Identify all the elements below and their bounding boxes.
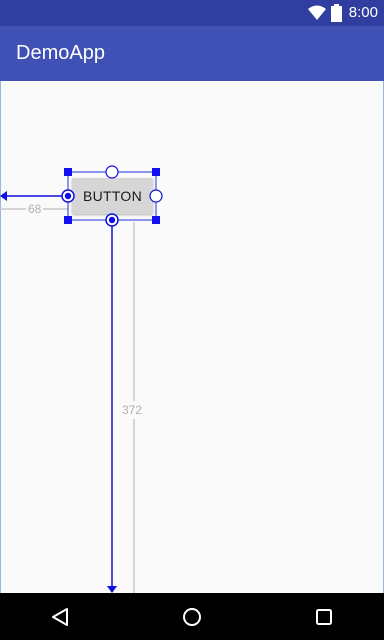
recents-icon[interactable] bbox=[308, 601, 340, 633]
handles-overlay bbox=[61, 165, 163, 227]
navigation-bar bbox=[0, 593, 384, 640]
margin-left-label[interactable]: 68 bbox=[26, 202, 44, 216]
top-anchor-handle bbox=[105, 165, 119, 179]
home-icon[interactable] bbox=[176, 601, 208, 633]
resize-handle-bottom-left bbox=[64, 216, 72, 224]
back-icon[interactable] bbox=[44, 601, 76, 633]
resize-handle-bottom-right bbox=[152, 216, 160, 224]
margin-top-label[interactable]: 372 bbox=[122, 401, 143, 419]
resize-handle-top-right bbox=[152, 168, 160, 176]
resize-handle-top-left bbox=[64, 168, 72, 176]
right-anchor-handle bbox=[149, 189, 163, 203]
